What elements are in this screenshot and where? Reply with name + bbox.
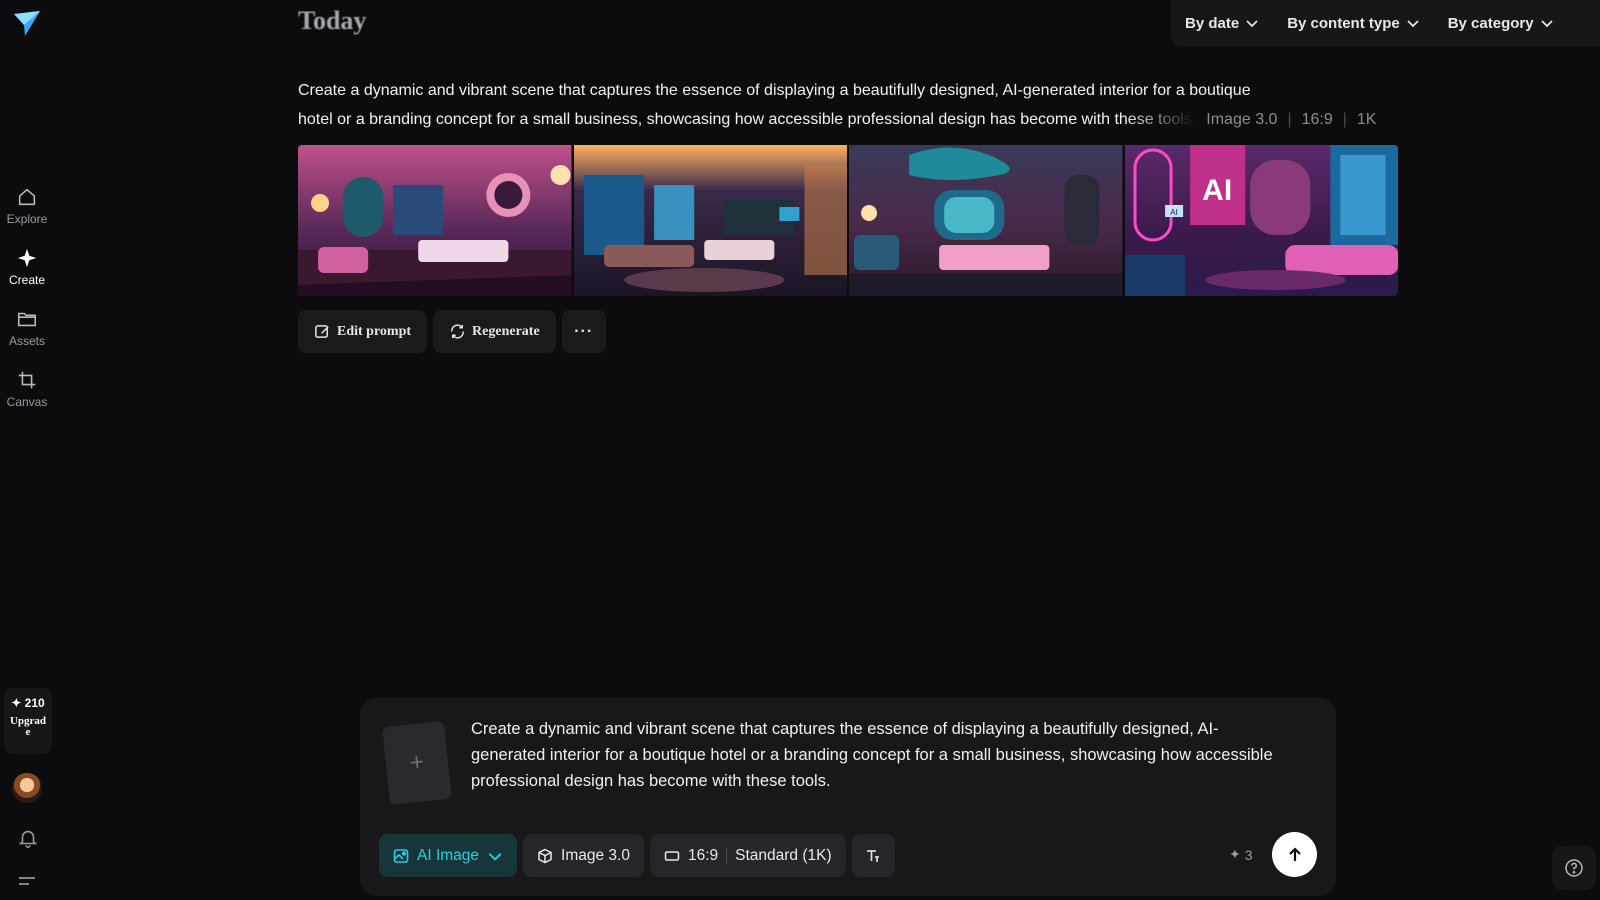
- edit-prompt-label: Edit prompt: [337, 323, 412, 339]
- meta-model: Image 3.0: [1206, 111, 1278, 128]
- image-sign-text: AI: [1202, 174, 1232, 207]
- sidebar-item-assets[interactable]: Assets: [0, 308, 54, 348]
- crop-icon: [18, 371, 36, 389]
- text-icon: [867, 849, 880, 862]
- sidebar-item-create[interactable]: Create: [0, 247, 54, 287]
- edit-icon: [315, 325, 329, 338]
- credit-icon: ✦: [1229, 846, 1241, 862]
- bell-icon[interactable]: [17, 827, 39, 849]
- model-label: Image 3.0: [561, 846, 630, 864]
- avatar[interactable]: [12, 773, 42, 803]
- image-sign-text: AI: [1170, 208, 1178, 217]
- sidebar-item-label: Create: [8, 273, 46, 287]
- composer-toolbar: AI Image Image 3.0 16:9 Standard (1K): [379, 834, 895, 877]
- cube-icon: [538, 848, 552, 863]
- home-icon: [18, 188, 36, 206]
- prompt-line-2: hotel or a branding concept for a small …: [298, 105, 1398, 134]
- menu-icon[interactable]: [17, 874, 37, 890]
- sidebar-item-label: Canvas: [6, 395, 48, 409]
- generation-prompt[interactable]: Create a dynamic and vibrant scene that …: [298, 76, 1398, 134]
- meta-resolution: 1K: [1356, 111, 1377, 128]
- sidebar-item-canvas[interactable]: Canvas: [0, 369, 54, 409]
- prompt-composer: + Create a dynamic and vibrant scene tha…: [360, 698, 1336, 896]
- generated-image[interactable]: [849, 145, 1123, 296]
- send-button[interactable]: [1272, 832, 1317, 877]
- chevron-down-icon: [1540, 20, 1553, 28]
- app-logo-icon[interactable]: [11, 8, 43, 40]
- folder-icon: [17, 312, 37, 327]
- filter-bar: By date By content type By category: [1171, 0, 1600, 46]
- sidebar-item-label: Assets: [8, 334, 45, 348]
- plus-icon: +: [408, 748, 426, 777]
- ratio-quality-selector[interactable]: 16:9 Standard (1K): [649, 834, 846, 877]
- generated-image[interactable]: AI AI: [1124, 145, 1398, 296]
- section-title: Today: [298, 6, 367, 35]
- filter-label: By content type: [1287, 14, 1400, 32]
- sidebar: Explore Create Assets Canvas ✦ 210 Upgra…: [0, 0, 54, 900]
- quality-label: Standard (1K): [735, 846, 832, 864]
- filter-label: By date: [1185, 14, 1240, 32]
- chevron-down-icon: [1246, 20, 1258, 28]
- prompt-line-1: Create a dynamic and vibrant scene that …: [298, 82, 1251, 99]
- mode-label: AI Image: [417, 846, 480, 864]
- image-gallery: AI AI: [298, 145, 1398, 296]
- aspect-ratio-icon: [664, 850, 680, 861]
- generated-image[interactable]: [298, 145, 572, 296]
- filter-label: By category: [1447, 14, 1534, 32]
- credit-count: ✦ 210: [11, 696, 45, 710]
- generation-meta: Image 3.0 | 16:9 | 1K: [1206, 105, 1376, 134]
- regenerate-button[interactable]: Regenerate: [433, 310, 556, 353]
- divider: [726, 847, 728, 864]
- upload-reference-button[interactable]: +: [382, 720, 452, 806]
- app-root: Explore Create Assets Canvas ✦ 210 Upgra…: [0, 0, 1600, 900]
- arrow-up-icon: [1288, 846, 1301, 861]
- text-style-button[interactable]: [851, 834, 895, 877]
- generation-cost: ✦ 3: [1229, 846, 1253, 863]
- chevron-down-icon: [1407, 20, 1419, 28]
- upgrade-label: Upgrade: [9, 715, 47, 738]
- generated-image[interactable]: [573, 145, 847, 296]
- image-icon: [393, 848, 409, 863]
- sidebar-item-label: Explore: [6, 212, 48, 226]
- sidebar-item-explore[interactable]: Explore: [0, 186, 54, 226]
- filter-by-content-type[interactable]: By content type: [1287, 15, 1434, 32]
- filter-by-date[interactable]: By date: [1185, 15, 1273, 32]
- more-options-button[interactable]: ···: [561, 310, 606, 353]
- sparkle-icon: [17, 248, 37, 268]
- ratio-label: 16:9: [687, 846, 719, 864]
- help-button[interactable]: [1552, 846, 1596, 890]
- prompt-line-2-text: hotel or a branding concept for a small …: [298, 111, 1197, 128]
- meta-ratio: 16:9: [1301, 111, 1333, 128]
- more-options-icon: ···: [574, 322, 594, 340]
- help-icon: [1565, 859, 1583, 877]
- credits-upgrade-box[interactable]: ✦ 210 Upgrade: [4, 688, 52, 754]
- edit-prompt-button[interactable]: Edit prompt: [298, 310, 428, 353]
- model-selector[interactable]: Image 3.0: [523, 834, 644, 877]
- prompt-input[interactable]: Create a dynamic and vibrant scene that …: [471, 716, 1291, 794]
- mode-selector[interactable]: AI Image: [379, 834, 518, 877]
- generation-actions: Edit prompt Regenerate ···: [298, 310, 606, 353]
- cost-value: 3: [1244, 846, 1253, 863]
- chevron-down-icon: [488, 852, 502, 861]
- filter-by-category[interactable]: By category: [1448, 15, 1568, 32]
- refresh-icon: [451, 324, 464, 339]
- credit-count-value: 210: [24, 696, 45, 710]
- regenerate-label: Regenerate: [472, 323, 540, 339]
